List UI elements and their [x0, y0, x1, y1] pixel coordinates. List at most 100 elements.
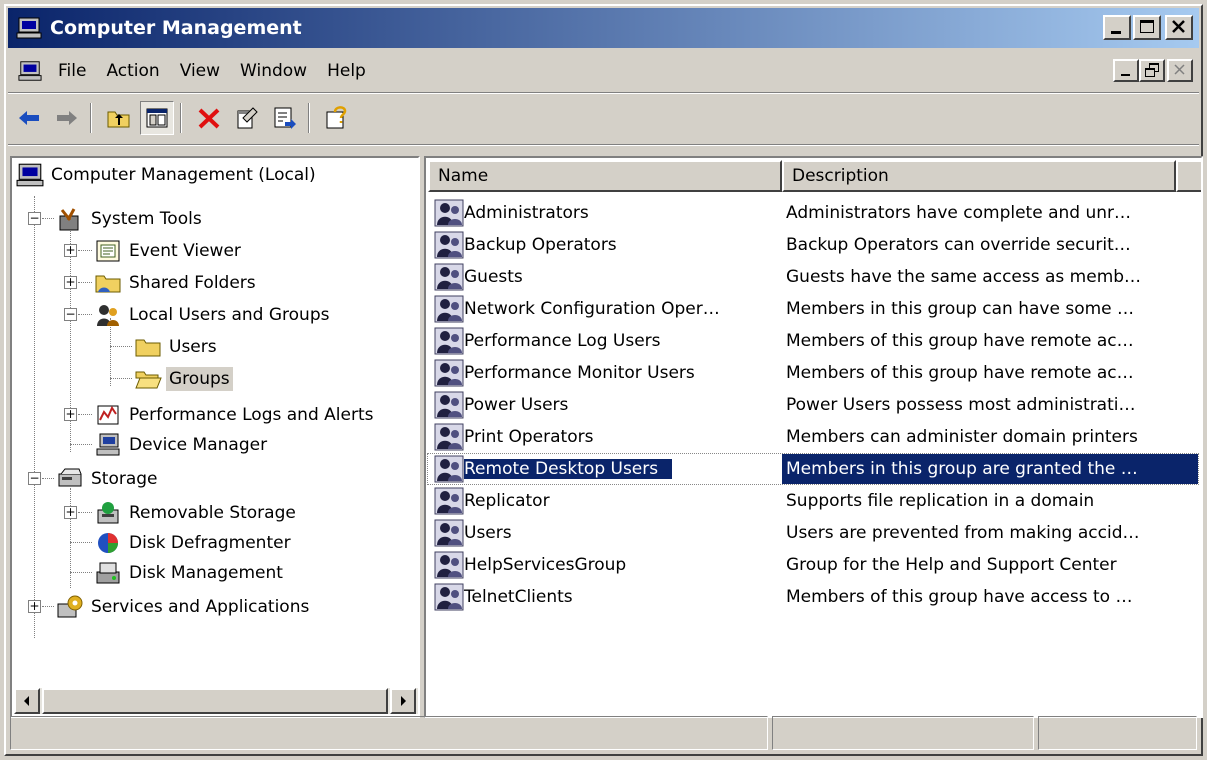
table-row[interactable]: Remote Desktop Users Members in this grou…	[427, 453, 1199, 485]
table-row[interactable]: Performance Monitor Users Members of this…	[428, 358, 1198, 388]
collapse-icon[interactable]: −	[28, 212, 41, 225]
scroll-thumb[interactable]	[42, 688, 388, 714]
collapse-icon[interactable]: −	[64, 308, 77, 321]
maximize-button[interactable]	[1133, 15, 1161, 40]
name-cell: HelpServicesGroup	[428, 551, 768, 579]
menu-bar: File Action View Window Help	[8, 52, 1199, 90]
tree-node-removable-storage[interactable]: Removable Storage	[94, 498, 299, 528]
name-cell: Guests	[428, 263, 768, 291]
table-row[interactable]: Users Users are prevented from making acc…	[428, 518, 1198, 548]
name-cell: Replicator	[428, 487, 768, 515]
delete-icon[interactable]	[192, 101, 226, 135]
tree-horizontal-scrollbar[interactable]	[14, 688, 418, 714]
tree-node-system-tools[interactable]: System Tools	[56, 204, 205, 234]
child-close-button[interactable]	[1167, 59, 1193, 82]
menu-file[interactable]: File	[58, 61, 86, 81]
column-header-description[interactable]: Description	[782, 160, 1176, 192]
table-row[interactable]: Network Configuration Oper… Members in th…	[428, 294, 1198, 324]
group-icon	[434, 583, 464, 611]
tree-node-local-users-groups[interactable]: Local Users and Groups	[94, 300, 332, 330]
group-icon	[434, 295, 464, 323]
scroll-left-arrow-icon[interactable]	[14, 688, 40, 714]
close-button[interactable]	[1165, 15, 1193, 40]
group-name: Network Configuration Oper…	[464, 299, 720, 319]
name-cell: Remote Desktop Users	[428, 455, 768, 483]
tree-label: Shared Folders	[129, 273, 256, 293]
expand-icon[interactable]: +	[64, 276, 77, 289]
up-folder-icon[interactable]	[102, 101, 136, 135]
group-icon	[434, 551, 464, 579]
toolbar-divider	[8, 144, 1199, 146]
expand-icon[interactable]: +	[28, 600, 41, 613]
group-icon	[434, 519, 464, 547]
menu-action[interactable]: Action	[106, 61, 159, 81]
table-row[interactable]: Backup Operators Backup Operators can ove…	[428, 230, 1198, 260]
group-icon	[434, 391, 464, 419]
table-row[interactable]: HelpServicesGroup Group for the Help and …	[428, 550, 1198, 580]
tree-node-root[interactable]: Computer Management (Local)	[16, 160, 319, 190]
minimize-button[interactable]	[1103, 15, 1131, 40]
name-cell: Power Users	[428, 391, 768, 419]
tree-node-performance-logs[interactable]: Performance Logs and Alerts	[94, 400, 376, 430]
export-list-icon[interactable]	[268, 101, 302, 135]
tree-node-storage[interactable]: Storage	[56, 464, 161, 494]
properties-icon[interactable]	[230, 101, 264, 135]
folder-icon	[135, 339, 161, 357]
tree-node-device-manager[interactable]: Device Manager	[94, 430, 270, 460]
group-description: Members of this group have remote ac…	[786, 363, 1134, 383]
table-row[interactable]: Performance Log Users Members of this gro…	[428, 326, 1198, 356]
tree-node-groups[interactable]: Groups	[134, 364, 233, 394]
group-description: Guests have the same access as memb…	[786, 267, 1142, 287]
group-description: Group for the Help and Support Center	[786, 555, 1117, 575]
computer-icon	[16, 163, 44, 187]
menu-view[interactable]: View	[180, 61, 220, 81]
defragmenter-icon	[98, 533, 118, 553]
table-row[interactable]: Administrators Administrators have comple…	[428, 198, 1198, 228]
tree-node-shared-folders[interactable]: Shared Folders	[94, 268, 259, 298]
name-cell: Backup Operators	[428, 231, 768, 259]
menu-help[interactable]: Help	[327, 61, 366, 81]
device-manager-icon	[96, 433, 120, 456]
child-restore-button[interactable]	[1139, 59, 1165, 82]
tree-label: Services and Applications	[91, 597, 310, 617]
open-folder-icon	[135, 371, 162, 389]
shared-folder-icon	[95, 275, 121, 293]
group-description: Members of this group have access to …	[786, 587, 1133, 607]
show-hide-tree-icon[interactable]	[140, 101, 174, 135]
column-header-name[interactable]: Name	[428, 160, 782, 192]
removable-storage-icon	[97, 502, 119, 524]
tree-node-users[interactable]: Users	[134, 332, 220, 362]
expand-icon[interactable]: +	[64, 244, 77, 257]
forward-arrow-icon[interactable]	[50, 101, 84, 135]
collapse-icon[interactable]: −	[28, 472, 41, 485]
tree-node-disk-management[interactable]: Disk Management	[94, 558, 286, 588]
tree-label: Groups	[166, 367, 233, 391]
table-row[interactable]: Guests Guests have the same access as mem…	[428, 262, 1198, 292]
table-row[interactable]: Print Operators Members can administer do…	[428, 422, 1198, 452]
name-cell: Administrators	[428, 199, 768, 227]
group-description: Members can administer domain printers	[786, 427, 1138, 447]
title-bar[interactable]: Computer Management	[8, 8, 1199, 48]
help-icon[interactable]	[320, 101, 354, 135]
group-name: Administrators	[464, 203, 589, 223]
tree-node-services-applications[interactable]: Services and Applications	[56, 592, 312, 622]
menu-divider	[8, 92, 1199, 94]
group-name: HelpServicesGroup	[464, 555, 627, 575]
status-pane-main	[10, 716, 768, 750]
child-minimize-button[interactable]	[1113, 59, 1139, 82]
tree-node-event-viewer[interactable]: Event Viewer	[94, 236, 244, 266]
tree-node-disk-defragmenter[interactable]: Disk Defragmenter	[94, 528, 294, 558]
group-description: Supports file replication in a domain	[786, 491, 1095, 511]
scroll-right-arrow-icon[interactable]	[390, 688, 416, 714]
expand-icon[interactable]: +	[64, 408, 77, 421]
table-row[interactable]: Power Users Power Users possess most admi…	[428, 390, 1198, 420]
menu-window[interactable]: Window	[240, 61, 307, 81]
table-row[interactable]: Replicator Supports file replication in a…	[428, 486, 1198, 516]
computer-icon[interactable]	[18, 60, 42, 82]
group-name: Replicator	[464, 491, 550, 511]
expand-icon[interactable]: +	[64, 506, 77, 519]
back-arrow-icon[interactable]	[12, 101, 46, 135]
table-row[interactable]: TelnetClients Members of this group have …	[428, 582, 1198, 612]
tree-label: Performance Logs and Alerts	[129, 405, 374, 425]
status-pane-tertiary	[1038, 716, 1197, 750]
